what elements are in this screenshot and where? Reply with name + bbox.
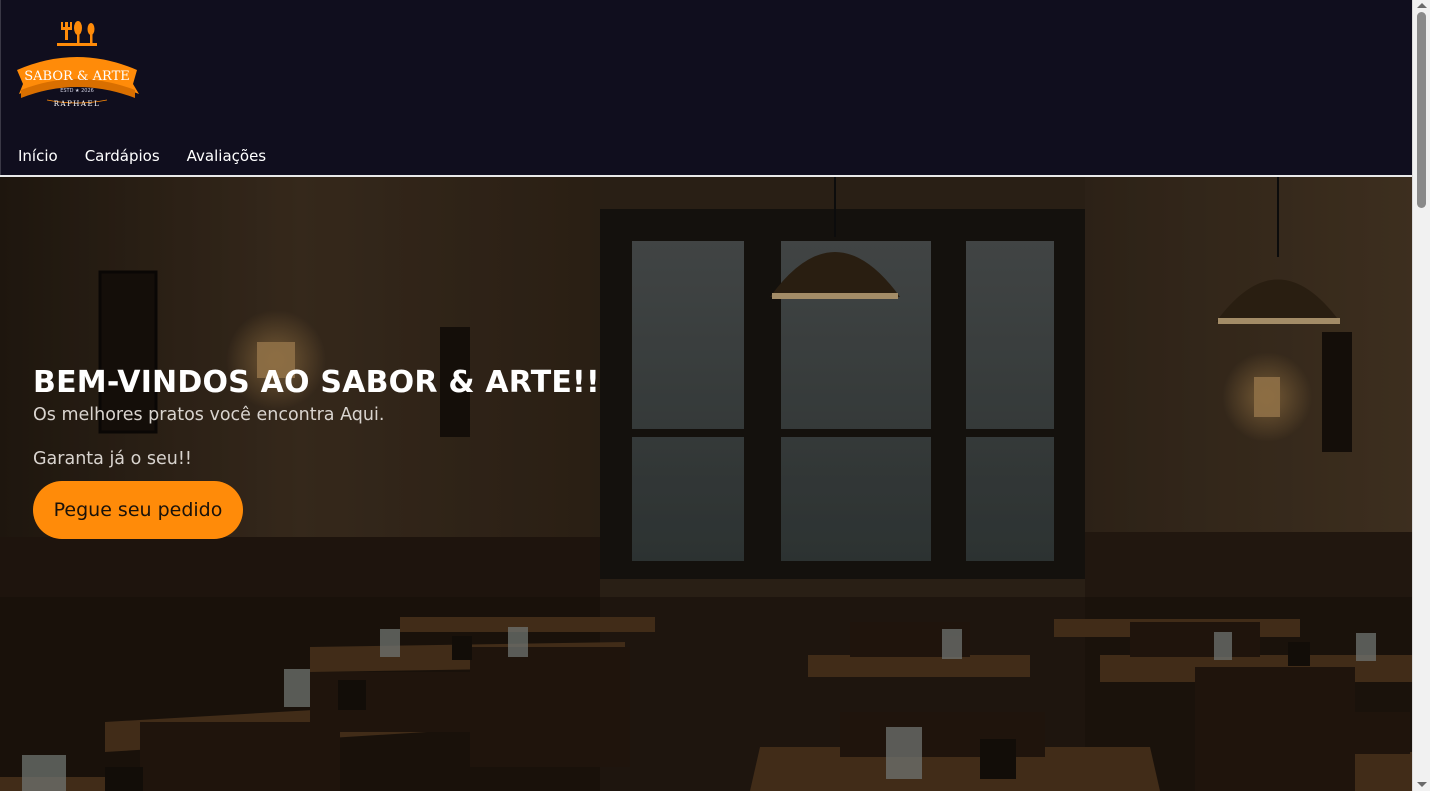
cutlery-logo-icon: SABOR & ARTE ESTD ★ 2026 RAPHAEL	[17, 21, 139, 108]
svg-text:ESTD ★ 2026: ESTD ★ 2026	[60, 88, 94, 94]
order-button[interactable]: Pegue seu pedido	[33, 481, 243, 539]
nav-item-avaliacoes[interactable]: Avaliações	[187, 147, 266, 165]
hero-subtitle-secondary: Garanta já o seu!!	[33, 449, 192, 469]
nav-item-cardapios[interactable]: Cardápios	[85, 147, 160, 165]
nav-item-inicio[interactable]: Início	[18, 147, 58, 165]
scrollbar-thumb[interactable]	[1417, 12, 1426, 208]
scroll-down-arrow-icon[interactable]	[1417, 782, 1427, 787]
hero-section: BEM-VINDOS AO SABOR & ARTE!! Os melhores…	[0, 177, 1412, 791]
brand-logo[interactable]: SABOR & ARTE ESTD ★ 2026 RAPHAEL	[13, 14, 143, 114]
svg-text:SABOR & ARTE: SABOR & ARTE	[24, 69, 129, 84]
site-header: SABOR & ARTE ESTD ★ 2026 RAPHAEL Início …	[0, 0, 1413, 175]
hero-content: BEM-VINDOS AO SABOR & ARTE!! Os melhores…	[33, 365, 733, 539]
page-scrollbar[interactable]	[1412, 0, 1430, 791]
scroll-up-arrow-icon[interactable]	[1417, 3, 1427, 8]
main-nav: Início Cardápios Avaliações	[18, 147, 266, 165]
hero-subtitle: Os melhores pratos você encontra Aqui.	[33, 405, 385, 425]
hero-title: BEM-VINDOS AO SABOR & ARTE!!	[33, 365, 600, 400]
svg-text:RAPHAEL: RAPHAEL	[54, 100, 100, 108]
